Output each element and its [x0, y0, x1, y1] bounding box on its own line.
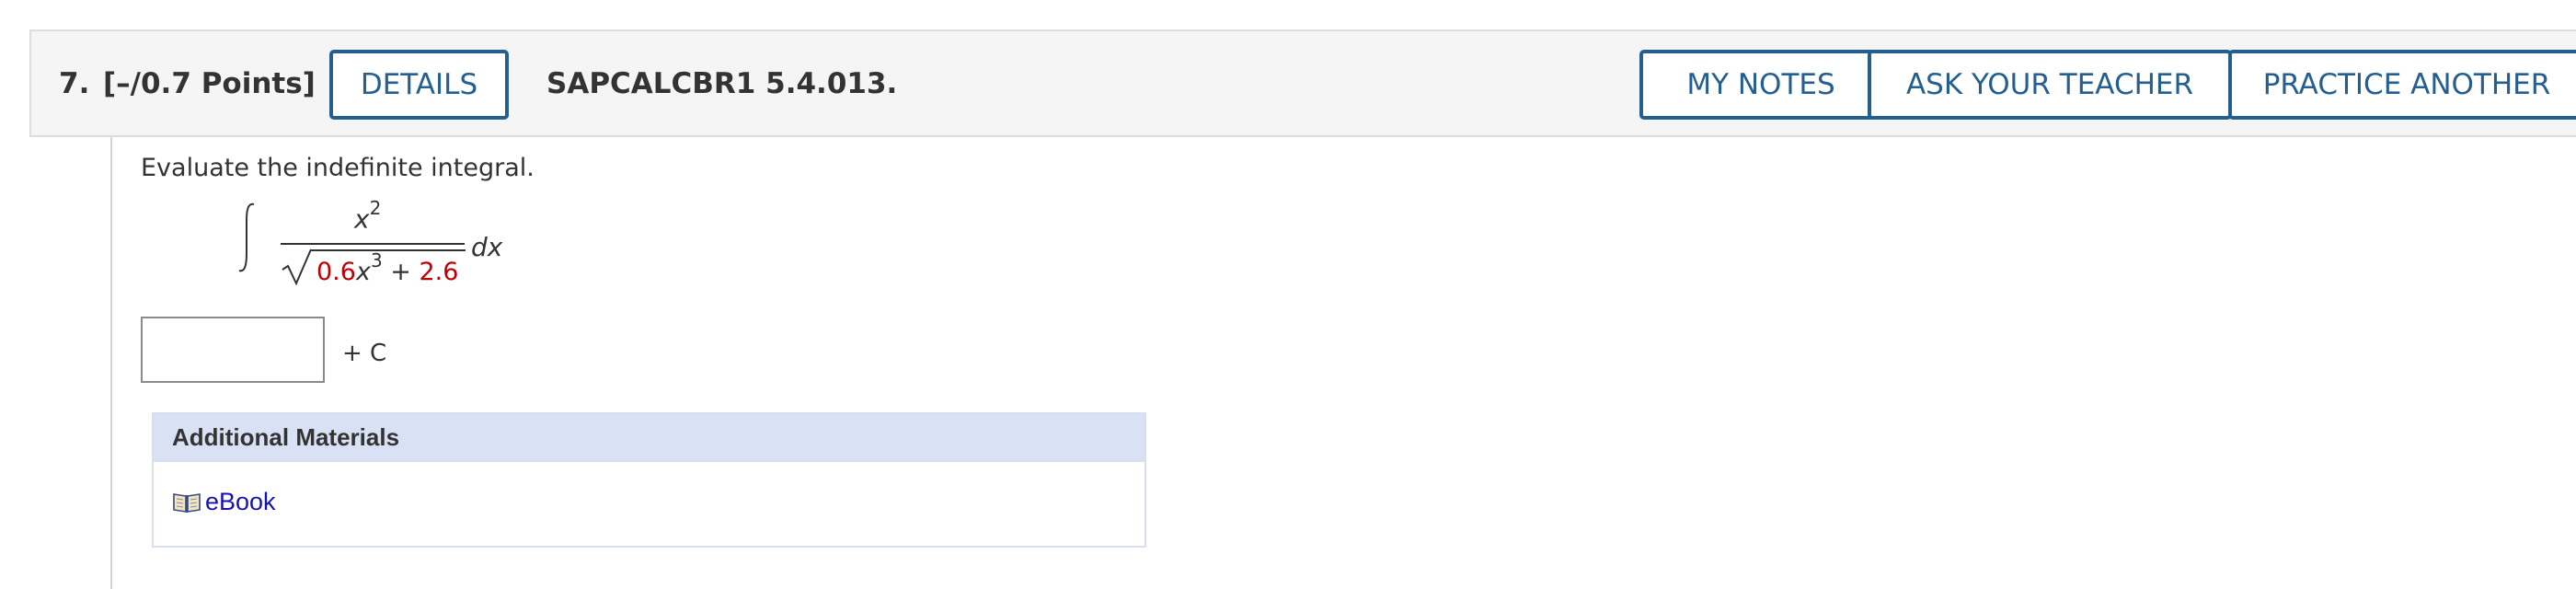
my-notes-button[interactable]: MY NOTES: [1639, 50, 1882, 120]
book-icon: [172, 491, 201, 514]
radical-vinculum: [311, 249, 466, 251]
question-number: 7.: [59, 67, 90, 100]
question-header: 7. [–/0.7 Points] DETAILS SAPCALCBR1 5.4…: [29, 29, 2576, 137]
additional-materials-heading: Additional Materials: [154, 414, 1144, 462]
fraction-bar: [281, 243, 465, 245]
square-root-icon: [282, 248, 312, 286]
answer-input[interactable]: [141, 317, 325, 383]
practice-another-button[interactable]: PRACTICE ANOTHER: [2228, 50, 2576, 120]
details-button[interactable]: DETAILS: [329, 50, 509, 120]
denominator-exponent: 3: [370, 249, 383, 271]
numerator-variable: x: [354, 203, 370, 235]
integrand-denominator: 0.6x3 + 2.6: [316, 249, 459, 286]
integrand-numerator: x2: [354, 197, 381, 235]
constant-value: 2.6: [419, 258, 459, 286]
plus-sign: +: [382, 258, 420, 286]
coefficient-value: 0.6: [316, 258, 356, 286]
ebook-link[interactable]: eBook: [172, 488, 276, 516]
question-prompt: Evaluate the indefinite integral.: [141, 154, 535, 182]
numerator-exponent: 2: [369, 197, 382, 219]
question-points: [–/0.7 Points]: [103, 67, 316, 100]
differential: dx: [471, 232, 503, 262]
question-code: SAPCALCBR1 5.4.013.: [546, 67, 898, 100]
integral-sign: [238, 202, 255, 272]
plus-c-label: + C: [342, 340, 387, 367]
ebook-link-label: eBook: [205, 488, 276, 515]
integral-expression: x2 0.6x3 + 2.6 dx: [235, 197, 529, 293]
denominator-variable: x: [355, 258, 371, 286]
ask-your-teacher-button[interactable]: ASK YOUR TEACHER: [1868, 50, 2232, 120]
question-body-rule: [110, 137, 112, 589]
additional-materials-panel: Additional Materials eBook: [152, 412, 1146, 548]
